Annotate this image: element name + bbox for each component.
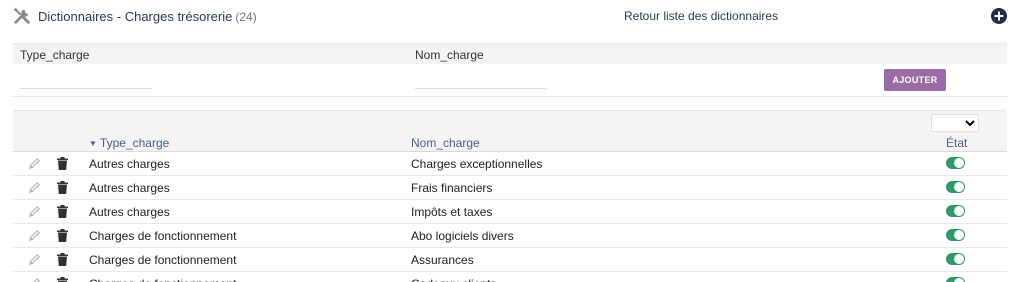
pencil-icon[interactable]	[28, 229, 41, 242]
pencil-icon[interactable]	[28, 277, 41, 282]
add-button[interactable]: AJOUTER	[884, 69, 946, 91]
page-title-text: Dictionnaires - Charges trésorerie	[38, 9, 233, 24]
state-toggle[interactable]	[946, 181, 965, 193]
table-body: Autres charges Charges exceptionnelles Aut…	[13, 152, 1007, 282]
table-row: Charges de fonctionnement Abo logiciels d…	[13, 224, 1007, 248]
page-header: Dictionnaires - Charges trésorerie (24) R…	[0, 0, 1024, 34]
table-row: Autres charges Charges exceptionnelles	[13, 152, 1007, 176]
table-row: Charges de fonctionnement Cadeaux clients	[13, 272, 1007, 282]
cell-type-charge: Charges de fonctionnement	[89, 253, 237, 267]
cell-nom-charge: Assurances	[411, 253, 474, 267]
column-header-type-charge[interactable]: ▼ Type_charge	[89, 136, 169, 150]
add-form: AJOUTER	[13, 64, 1007, 97]
state-filter-select[interactable]	[931, 114, 979, 132]
back-to-dictionaries-link[interactable]: Retour liste des dictionnaires	[624, 9, 778, 23]
pencil-icon[interactable]	[28, 253, 41, 266]
cell-nom-charge: Impôts et taxes	[411, 205, 493, 219]
cell-type-charge: Charges de fonctionnement	[89, 229, 237, 243]
state-toggle[interactable]	[946, 157, 965, 169]
state-toggle[interactable]	[946, 229, 965, 241]
type-charge-label: Type_charge	[20, 48, 90, 62]
tools-icon	[13, 7, 30, 24]
table-header: ▼ Type_charge Nom_charge État	[13, 110, 1007, 152]
state-toggle[interactable]	[946, 277, 965, 282]
table-row: Autres charges Impôts et taxes	[13, 200, 1007, 224]
trash-icon[interactable]	[57, 277, 68, 282]
cell-type-charge: Autres charges	[89, 205, 170, 219]
trash-icon[interactable]	[57, 229, 68, 242]
nom-charge-input[interactable]	[415, 72, 547, 89]
column-header-nom-charge[interactable]: Nom_charge	[411, 136, 480, 150]
nom-charge-label: Nom_charge	[415, 48, 484, 62]
cell-type-charge: Autres charges	[89, 181, 170, 195]
trash-icon[interactable]	[57, 253, 68, 266]
table-row: Charges de fonctionnement Assurances	[13, 248, 1007, 272]
cell-nom-charge: Frais financiers	[411, 181, 493, 195]
cell-nom-charge: Abo logiciels divers	[411, 229, 514, 243]
plus-circle-icon[interactable]	[991, 8, 1007, 24]
cell-type-charge: Charges de fonctionnement	[89, 277, 236, 282]
column-header-type-charge-label: Type_charge	[99, 136, 170, 150]
pencil-icon[interactable]	[28, 205, 41, 218]
page-title: Dictionnaires - Charges trésorerie (24)	[38, 9, 257, 24]
add-form-labels: Type_charge Nom_charge	[13, 43, 1007, 64]
cell-nom-charge: Cadeaux clients	[411, 277, 496, 282]
state-toggle[interactable]	[946, 205, 965, 217]
type-charge-input[interactable]	[20, 72, 152, 89]
pencil-icon[interactable]	[28, 181, 41, 194]
record-count: (24)	[235, 10, 257, 24]
trash-icon[interactable]	[57, 181, 68, 194]
cell-type-charge: Autres charges	[89, 157, 170, 171]
state-toggle[interactable]	[946, 253, 965, 265]
trash-icon[interactable]	[57, 157, 68, 170]
table-row: Autres charges Frais financiers	[13, 176, 1007, 200]
trash-icon[interactable]	[57, 205, 68, 218]
cell-nom-charge: Charges exceptionnelles	[411, 157, 543, 171]
sort-desc-icon: ▼	[89, 139, 97, 148]
pencil-icon[interactable]	[28, 157, 41, 170]
column-header-etat[interactable]: État	[946, 136, 967, 150]
